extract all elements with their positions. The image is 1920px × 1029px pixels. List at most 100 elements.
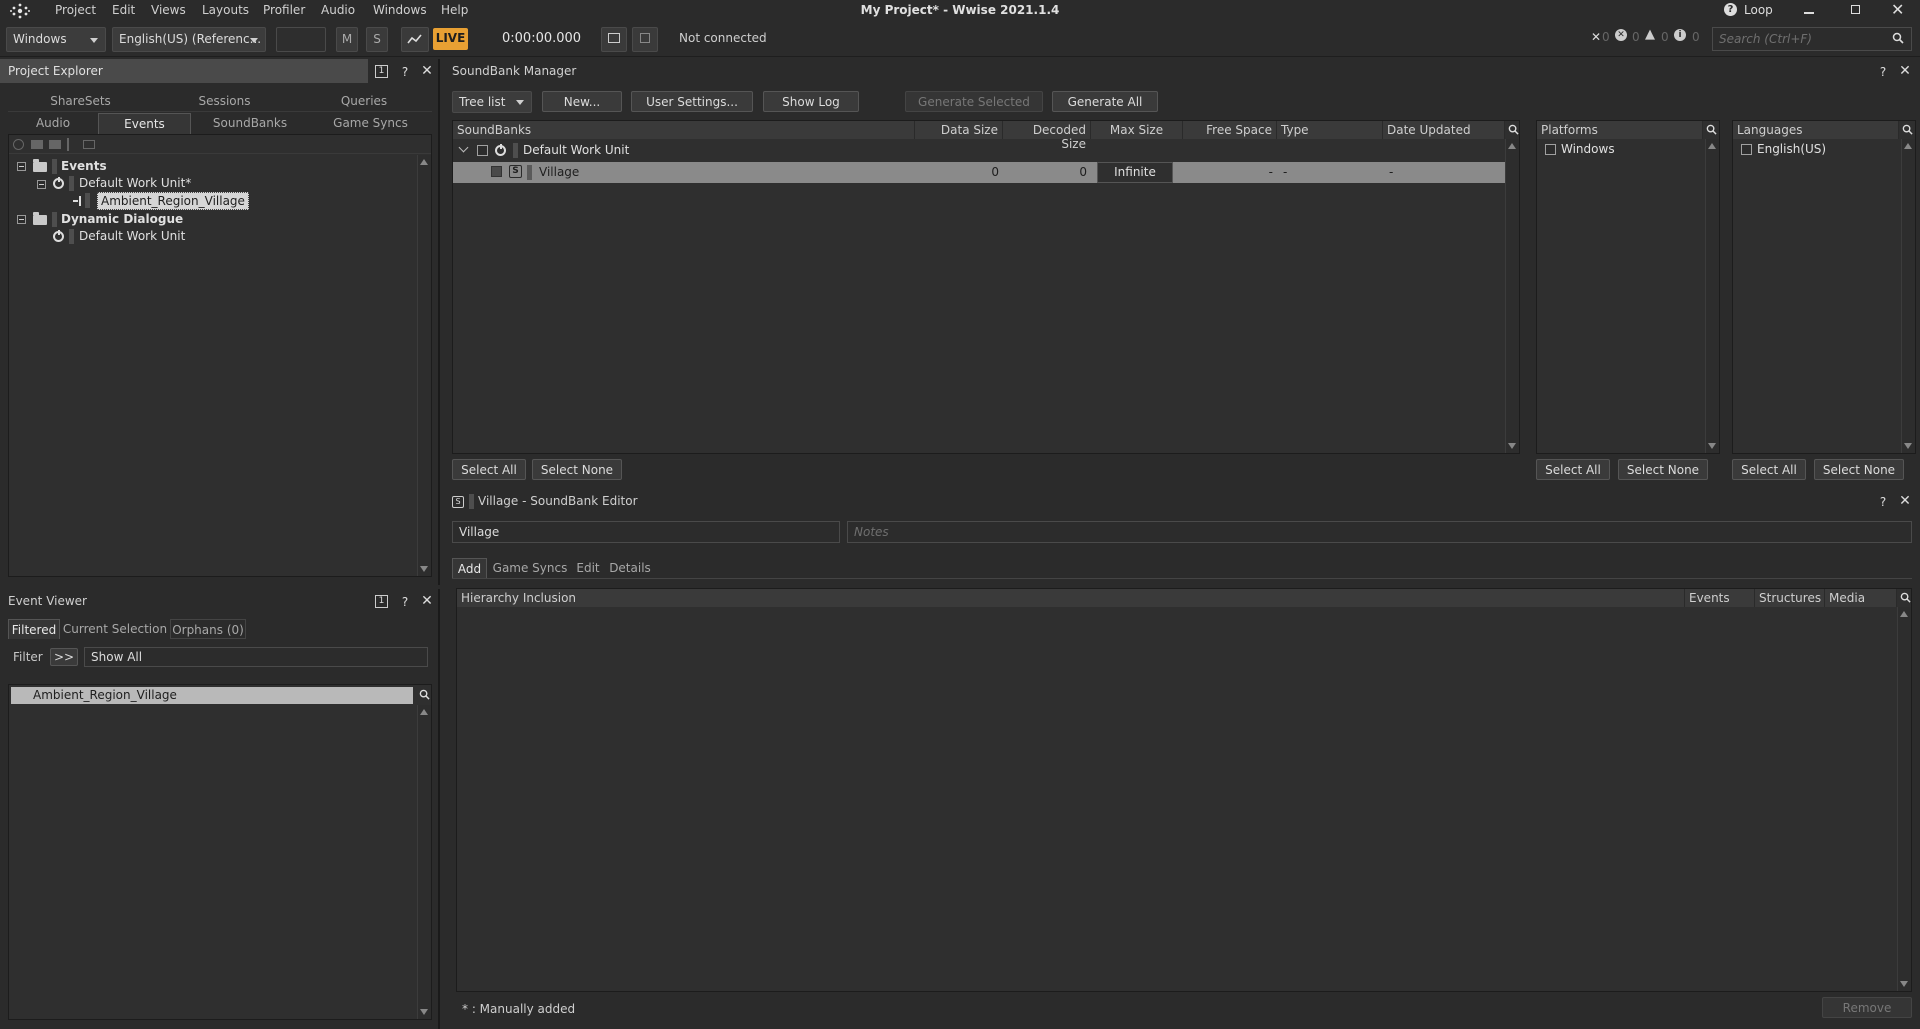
new-folder-icon[interactable]: [31, 140, 43, 149]
restore-icon[interactable]: [1851, 5, 1860, 14]
table-row[interactable]: S Village 0 0 Infinite - - -: [453, 162, 1505, 183]
scroll-up-icon[interactable]: [420, 159, 428, 165]
scroll-up-icon[interactable]: [1708, 143, 1716, 149]
tree-event-ambient-region-village[interactable]: Ambient_Region_Village: [97, 192, 249, 210]
search-icon[interactable]: [1902, 124, 1913, 135]
tab-audio[interactable]: Audio: [8, 113, 98, 133]
tab-filtered[interactable]: Filtered: [8, 619, 60, 639]
close-icon[interactable]: ✕: [420, 594, 434, 608]
platforms-select-all-button[interactable]: Select All: [1536, 459, 1610, 480]
languages-select-all-button[interactable]: Select All: [1732, 459, 1806, 480]
column-hierarchy-inclusion[interactable]: Hierarchy Inclusion: [457, 589, 1685, 607]
column-type[interactable]: Type: [1277, 121, 1383, 139]
platform-checkbox[interactable]: [1545, 144, 1556, 155]
chevron-down-icon[interactable]: [458, 142, 469, 153]
column-date-updated[interactable]: Date Updated: [1383, 121, 1505, 139]
new-virtual-folder-icon[interactable]: [49, 140, 61, 149]
max-size-field[interactable]: Infinite: [1097, 162, 1173, 183]
performance-monitor-button[interactable]: [401, 27, 429, 52]
tab-current-selection[interactable]: Current Selection: [62, 619, 168, 639]
mute-button[interactable]: M: [336, 27, 358, 52]
search-input[interactable]: [1712, 27, 1912, 51]
project-explorer-title[interactable]: Project Explorer: [0, 59, 368, 83]
workunit-checkbox[interactable]: [477, 145, 488, 156]
tab-game-syncs[interactable]: Game Syncs: [490, 558, 570, 578]
tab-queries[interactable]: Queries: [296, 91, 432, 111]
notes-field[interactable]: [847, 521, 1912, 543]
pin-badge[interactable]: 1: [375, 595, 388, 608]
scroll-up-icon[interactable]: [1508, 143, 1516, 149]
close-icon[interactable]: ✕: [420, 64, 434, 78]
hierarchy-scrollbar[interactable]: [1897, 607, 1911, 991]
view-mode-dropdown[interactable]: Tree list: [452, 91, 532, 113]
languages-select-none-button[interactable]: Select None: [1814, 459, 1904, 480]
warning-icon[interactable]: ▲: [1645, 27, 1655, 42]
remove-button[interactable]: Remove: [1822, 997, 1912, 1018]
new-action-icon[interactable]: [83, 140, 95, 149]
close-icon[interactable]: ✕: [1898, 64, 1912, 78]
tab-edit[interactable]: Edit: [572, 558, 604, 578]
soundbanks-scrollbar[interactable]: [1505, 139, 1519, 453]
collapse-events-icon[interactable]: [17, 162, 26, 171]
collapse-dynamic-dialogue-icon[interactable]: [17, 215, 26, 224]
search-icon[interactable]: [1892, 32, 1904, 44]
row-checkbox[interactable]: [491, 166, 502, 177]
column-events[interactable]: Events: [1685, 589, 1755, 607]
new-event-icon[interactable]: [67, 138, 75, 151]
tab-details[interactable]: Details: [606, 558, 654, 578]
search-icon[interactable]: [1706, 124, 1717, 135]
help-circle-icon[interactable]: ?: [1724, 3, 1737, 16]
generate-all-button[interactable]: Generate All: [1052, 91, 1158, 112]
remote-button[interactable]: [632, 27, 658, 52]
scroll-up-icon[interactable]: [1904, 143, 1912, 149]
soundbank-name-field[interactable]: [452, 521, 840, 543]
new-soundbank-button[interactable]: New...: [542, 91, 622, 112]
column-max-size[interactable]: Max Size: [1091, 121, 1183, 139]
tab-sharesets[interactable]: ShareSets: [8, 91, 153, 111]
info-icon[interactable]: i: [1674, 29, 1686, 41]
close-icon[interactable]: ✕: [1898, 494, 1912, 508]
tab-sessions[interactable]: Sessions: [153, 91, 296, 111]
show-log-button[interactable]: Show Log: [763, 91, 859, 112]
workunit-label[interactable]: Default Work Unit: [523, 143, 629, 157]
search-icon[interactable]: [419, 689, 430, 700]
connect-button[interactable]: [601, 27, 627, 52]
minimize-icon[interactable]: [1804, 12, 1814, 14]
tab-orphans[interactable]: Orphans (0): [170, 619, 246, 639]
scroll-down-icon[interactable]: [420, 566, 428, 572]
event-viewer-title[interactable]: Event Viewer: [0, 589, 368, 613]
column-free-space[interactable]: Free Space: [1183, 121, 1277, 139]
platform-dropdown[interactable]: Windows: [6, 27, 106, 52]
column-structures[interactable]: Structures: [1755, 589, 1825, 607]
tree-dynamic-dialogue-label[interactable]: Dynamic Dialogue: [61, 212, 183, 226]
select-all-button[interactable]: Select All: [452, 459, 526, 480]
tree-default-work-unit[interactable]: Default Work Unit*: [79, 176, 191, 190]
user-settings-button[interactable]: User Settings...: [631, 91, 753, 112]
scroll-down-icon[interactable]: [1904, 443, 1912, 449]
filter-expand-button[interactable]: >>: [50, 648, 78, 666]
scroll-up-icon[interactable]: [1900, 611, 1908, 617]
scroll-down-icon[interactable]: [1508, 443, 1516, 449]
column-soundbanks[interactable]: SoundBanks: [453, 121, 915, 139]
column-data-size[interactable]: Data Size: [915, 121, 1003, 139]
tree-events-label[interactable]: Events: [61, 159, 107, 173]
platforms-select-none-button[interactable]: Select None: [1618, 459, 1708, 480]
soundbank-name[interactable]: Village: [539, 165, 579, 179]
tab-add[interactable]: Add: [452, 558, 487, 578]
list-item[interactable]: Ambient_Region_Village: [11, 687, 413, 704]
solo-button[interactable]: S: [366, 27, 388, 52]
language-dropdown[interactable]: English(US) (Referenc...: [112, 27, 266, 52]
help-icon[interactable]: ?: [398, 65, 412, 79]
pin-badge[interactable]: 1: [375, 65, 388, 78]
help-icon[interactable]: ?: [398, 595, 412, 609]
tab-events[interactable]: Events: [98, 113, 191, 135]
scroll-up-icon[interactable]: [420, 709, 428, 715]
help-icon[interactable]: ?: [1876, 65, 1890, 79]
loop-label[interactable]: Loop: [1744, 3, 1773, 17]
tab-soundbanks[interactable]: SoundBanks: [191, 113, 309, 133]
clear-icon[interactable]: ✕: [1591, 30, 1601, 44]
tree-dd-default-work-unit[interactable]: Default Work Unit: [79, 229, 185, 243]
platform-windows[interactable]: Windows: [1561, 142, 1615, 156]
tab-game-syncs[interactable]: Game Syncs: [309, 113, 432, 133]
language-english-us[interactable]: English(US): [1757, 142, 1826, 156]
